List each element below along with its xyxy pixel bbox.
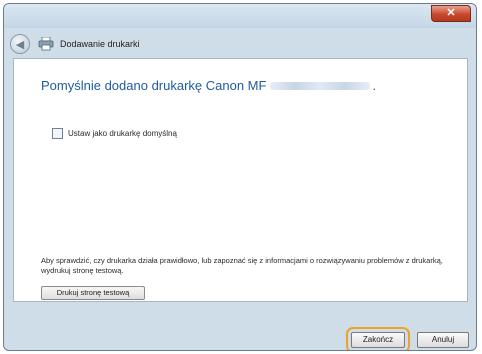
back-button[interactable]: ◀	[10, 34, 30, 54]
default-printer-label: Ustaw jako drukarkę domyślną	[68, 129, 177, 138]
wizard-header: ◀ Dodawanie drukarki	[10, 32, 470, 56]
default-printer-checkbox[interactable]	[52, 128, 63, 139]
back-arrow-icon: ◀	[15, 38, 25, 51]
finish-button[interactable]: Zakończ	[351, 332, 405, 348]
close-button[interactable]: ✕	[431, 5, 471, 22]
close-icon: ✕	[446, 7, 456, 19]
wizard-window: ✕ ◀ Dodawanie drukarki Pomyślnie dodano …	[3, 3, 477, 351]
success-message: Pomyślnie dodano drukarkę Canon MF .	[41, 78, 376, 93]
content-panel: Pomyślnie dodano drukarkę Canon MF . Ust…	[13, 58, 468, 302]
wizard-title: Dodawanie drukarki	[60, 39, 140, 49]
success-text: Pomyślnie dodano drukarkę Canon MF	[41, 78, 267, 93]
test-page-info: Aby sprawdzić, czy drukarka działa prawi…	[41, 256, 443, 275]
success-suffix: .	[372, 78, 377, 93]
button-bar: Zakończ Anuluj	[4, 304, 476, 350]
print-test-page-button[interactable]: Drukuj stronę testową	[41, 286, 145, 300]
cancel-button[interactable]: Anuluj	[417, 332, 469, 348]
printer-icon	[38, 37, 54, 51]
default-printer-option[interactable]: Ustaw jako drukarkę domyślną	[52, 128, 177, 139]
title-bar: ✕	[4, 4, 476, 28]
redacted-model-name	[270, 81, 371, 90]
